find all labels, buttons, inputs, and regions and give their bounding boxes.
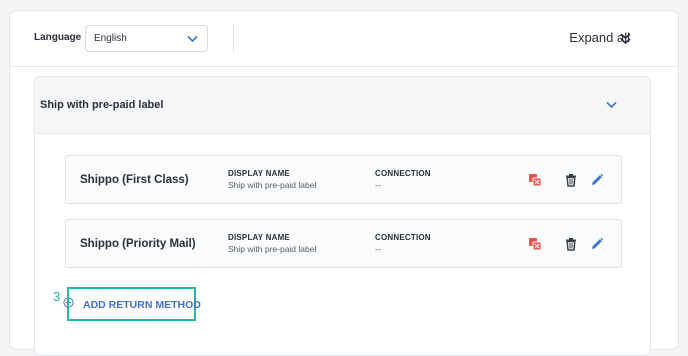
toolbar-divider [233, 25, 234, 53]
connection-label: CONNECTION [375, 233, 431, 242]
display-name-value: Ship with pre-paid label [228, 244, 317, 254]
method-name: Shippo (Priority Mail) [80, 238, 196, 250]
pencil-icon[interactable] [590, 173, 604, 187]
language-label: Language [34, 32, 82, 43]
section-title: Ship with pre-paid label [40, 99, 164, 111]
language-select[interactable]: English [85, 25, 208, 52]
method-row: Shippo (First Class) DISPLAY NAME Ship w… [65, 155, 622, 204]
disconnect-icon[interactable] [528, 237, 542, 251]
add-return-method-label: ADD RETURN METHOD [83, 299, 201, 311]
connection-value: -- [375, 180, 381, 190]
connection-value: -- [375, 244, 381, 254]
step-number: 3 [53, 289, 61, 304]
double-chevron-down-icon[interactable] [620, 33, 631, 45]
language-selected-value: English [94, 33, 127, 44]
method-row: Shippo (Priority Mail) DISPLAY NAME Ship… [65, 219, 622, 268]
pencil-icon[interactable] [590, 237, 604, 251]
connection-label: CONNECTION [375, 169, 431, 178]
method-name: Shippo (First Class) [80, 174, 189, 186]
toolbar: Language English Expand all [10, 11, 678, 67]
trash-icon[interactable] [564, 173, 578, 187]
chevron-down-icon [187, 35, 198, 43]
chevron-down-icon[interactable] [606, 101, 617, 109]
add-return-method-button[interactable]: ADD RETURN METHOD [67, 287, 201, 321]
trash-icon[interactable] [564, 237, 578, 251]
section-header[interactable]: Ship with pre-paid label [35, 77, 650, 134]
disconnect-icon[interactable] [528, 173, 542, 187]
display-name-label: DISPLAY NAME [228, 233, 290, 242]
display-name-value: Ship with pre-paid label [228, 180, 317, 190]
display-name-label: DISPLAY NAME [228, 169, 290, 178]
